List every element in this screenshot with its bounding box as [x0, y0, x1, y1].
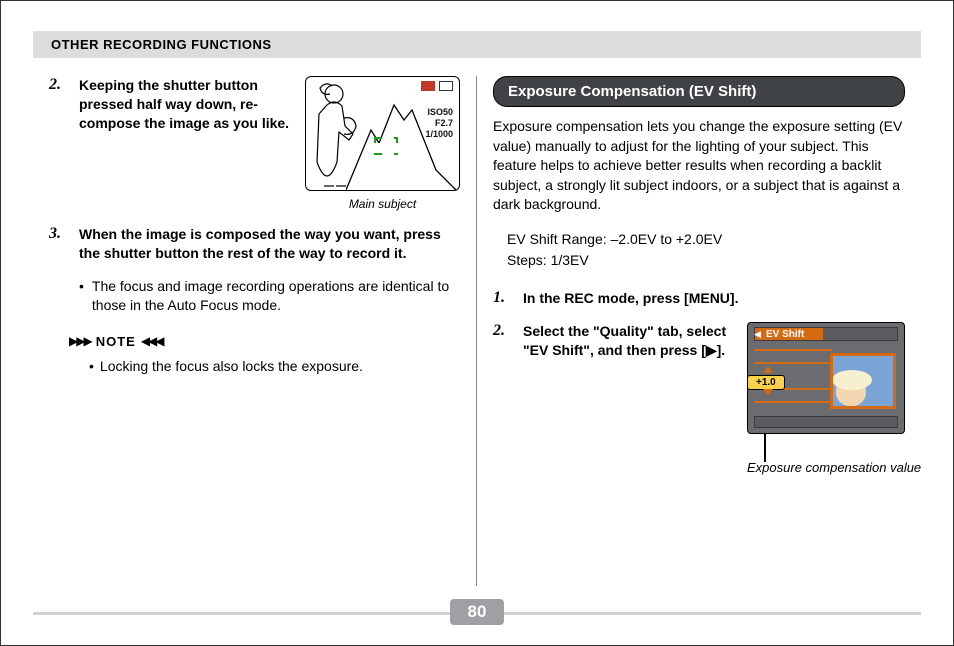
section-title-pill: Exposure Compensation (EV Shift): [493, 76, 905, 107]
step-3-number: 3.: [49, 225, 71, 263]
value-up-arrow-icon: [763, 366, 773, 373]
page-footer: 80: [1, 599, 953, 625]
lcd-menu-line: [754, 362, 832, 364]
mode-indicator-icon: [439, 81, 453, 91]
lcd-active-tab: ◀ EV Shift: [755, 328, 823, 340]
bullet-dot-icon: •: [79, 277, 84, 316]
step-3-bullet: • The focus and image recording operatio…: [79, 277, 460, 316]
step-2-number: 2.: [49, 76, 71, 133]
lcd-screenshot: ◀ EV Shift +1.0: [747, 322, 905, 434]
right-step-2-text: Select the "Quality" tab, select "EV Shi…: [523, 322, 733, 360]
preview-subject-icon: [836, 376, 866, 406]
right-step-1-number: 1.: [493, 289, 515, 308]
right-step-1: 1. In the REC mode, press [MENU].: [493, 289, 905, 308]
record-indicator-icon: [421, 81, 435, 91]
lcd-footer-bar: [754, 416, 898, 428]
ev-value-pill: +1.0: [747, 375, 785, 390]
note-bullet: • Locking the focus also locks the expos…: [89, 357, 460, 377]
section-header-text: OTHER RECORDING FUNCTIONS: [51, 37, 272, 52]
focus-frame-icon: [374, 137, 398, 155]
right-step-2: 2. Select the "Quality" tab, select "EV …: [493, 322, 905, 434]
right-step-1-text: In the REC mode, press [MENU].: [523, 289, 738, 308]
right-column: Exposure Compensation (EV Shift) Exposur…: [477, 76, 921, 586]
illustration-status-icons: [421, 81, 453, 91]
note-bullet-text: Locking the focus also locks the exposur…: [100, 357, 363, 377]
lcd-tab-bar: ◀ EV Shift: [754, 327, 898, 341]
note-arrows-left-icon: ◀◀◀: [141, 334, 163, 348]
lcd-block: ◀ EV Shift +1.0: [747, 322, 905, 434]
lcd-preview-thumbnail: [830, 353, 896, 409]
lcd-caption: Exposure compensation value: [747, 460, 947, 476]
tab-left-arrow-icon: ◀: [754, 329, 761, 340]
intro-paragraph: Exposure compensation lets you change th…: [493, 117, 905, 215]
ev-value-text: +1.0: [756, 377, 776, 388]
note-heading: ▶▶▶ NOTE ◀◀◀: [69, 334, 460, 349]
note-label: NOTE: [96, 334, 136, 349]
ev-steps: Steps: 1/3EV: [507, 250, 905, 271]
illustration-caption: Main subject: [305, 197, 460, 211]
page-number-badge: 80: [450, 599, 505, 625]
lcd-menu-line: [754, 349, 832, 351]
left-column: 2. Keeping the shutter button pressed ha…: [33, 76, 477, 586]
lcd-tab-label: EV Shift: [766, 329, 804, 340]
step-2-text: Keeping the shutter button pressed half …: [79, 76, 291, 133]
ev-range: EV Shift Range: –2.0EV to +2.0EV: [507, 229, 905, 250]
note-arrows-right-icon: ▶▶▶: [69, 334, 91, 348]
right-step-2-number: 2.: [493, 322, 515, 360]
value-down-arrow-icon: [763, 389, 773, 396]
bullet-dot-icon: •: [89, 357, 94, 377]
ev-specs: EV Shift Range: –2.0EV to +2.0EV Steps: …: [507, 229, 905, 271]
composition-illustration: ISO50 F2.7 1/1000: [305, 76, 460, 191]
step-3-row: 3. When the image is composed the way yo…: [49, 225, 460, 263]
lcd-menu-line: [754, 401, 832, 403]
page-number: 80: [468, 602, 487, 621]
section-title-text: Exposure Compensation (EV Shift): [508, 83, 756, 100]
step-2-row: 2. Keeping the shutter button pressed ha…: [49, 76, 460, 211]
callout-pointer-line: [764, 434, 766, 462]
section-header: OTHER RECORDING FUNCTIONS: [33, 31, 921, 58]
illustration-block: ISO50 F2.7 1/1000: [305, 76, 460, 211]
person-drawing: [314, 82, 360, 190]
step-3-text: When the image is composed the way you w…: [79, 225, 460, 263]
step-3-bullet-text: The focus and image recording operations…: [92, 277, 460, 316]
content-columns: 2. Keeping the shutter button pressed ha…: [1, 76, 953, 586]
